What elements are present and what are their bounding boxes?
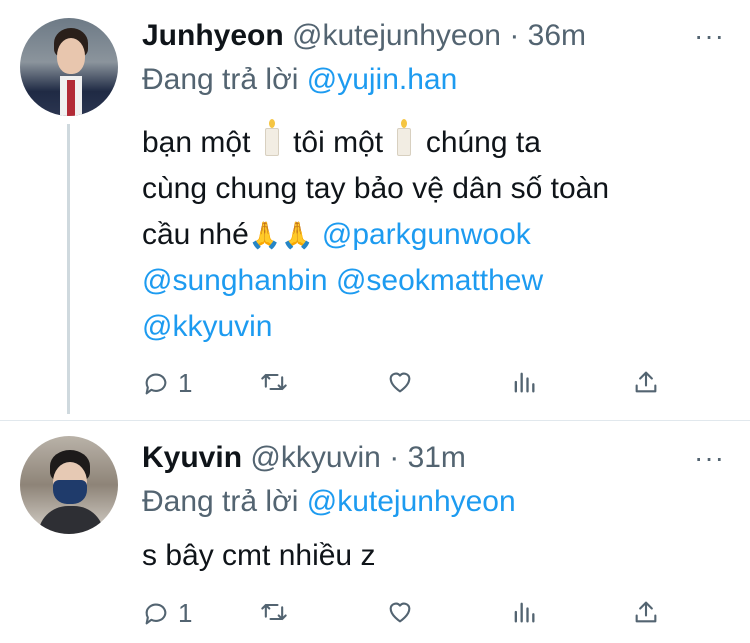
tweet-header: Kyuvin @kkyuvin · 31m: [142, 440, 466, 476]
separator-dot: ·: [509, 19, 520, 52]
display-name[interactable]: Junhyeon: [142, 19, 284, 52]
thread-connector-line: [67, 124, 70, 414]
text-segment: s bây cmt nhiều z: [142, 539, 376, 572]
like-button[interactable]: [386, 598, 414, 626]
retweet-button[interactable]: [260, 368, 288, 396]
mention-link[interactable]: @parkgunwook: [322, 218, 531, 251]
avatar-kyuvin[interactable]: [20, 436, 118, 534]
reply-icon: [145, 373, 167, 394]
user-handle[interactable]: @kkyuvin: [250, 441, 381, 474]
retweet-icon: [261, 373, 287, 391]
tweet-divider: [0, 420, 750, 421]
separator-dot: ·: [389, 441, 400, 474]
analytics-icon: [514, 602, 535, 623]
mention-link[interactable]: @seokmatthew: [336, 264, 543, 297]
share-icon: [635, 601, 657, 623]
text-segment: chúng ta: [425, 126, 541, 159]
replying-to: Đang trả lời @yujin.han: [142, 62, 457, 98]
tweet-text: bạn một tôi một chúng ta cùng chung tay …: [142, 119, 732, 350]
timestamp[interactable]: 36m: [528, 19, 586, 52]
avatar-junhyeon[interactable]: [20, 18, 118, 116]
more-icon[interactable]: ···: [694, 22, 725, 50]
retweet-button[interactable]: [260, 598, 288, 626]
more-icon[interactable]: ···: [694, 444, 725, 472]
retweet-icon: [261, 603, 287, 621]
candle-emoji-icon: [264, 119, 279, 156]
share-button[interactable]: [632, 598, 660, 626]
reply-count: 1: [178, 598, 193, 628]
text-segment: cầu nhé: [142, 218, 249, 251]
reply-to-mention[interactable]: @kutejunhyeon: [307, 485, 516, 518]
tweet-text: s bây cmt nhiều z: [142, 533, 732, 579]
reply-to-mention[interactable]: @yujin.han: [307, 63, 458, 96]
reply-icon: [145, 603, 167, 624]
replying-to-label: Đang trả lời: [142, 63, 299, 96]
mention-link[interactable]: @sunghanbin: [142, 264, 328, 297]
candle-emoji-icon: [397, 119, 412, 156]
text-segment: cùng chung tay bảo vệ dân số toàn: [142, 172, 610, 205]
reply-button[interactable]: 1: [142, 598, 192, 629]
like-button[interactable]: [386, 368, 414, 396]
display-name[interactable]: Kyuvin: [142, 441, 242, 474]
share-icon: [635, 371, 657, 393]
like-icon: [389, 372, 411, 393]
text-segment: bạn một: [142, 126, 251, 159]
tweet-actions: 1: [142, 598, 662, 638]
like-icon: [389, 602, 411, 623]
mention-link[interactable]: @kkyuvin: [142, 310, 273, 343]
reply-count: 1: [178, 368, 193, 398]
share-button[interactable]: [632, 368, 660, 396]
text-segment: tôi một: [293, 126, 384, 159]
replying-to-label: Đang trả lời: [142, 485, 299, 518]
analytics-button[interactable]: [510, 368, 538, 396]
replying-to: Đang trả lời @kutejunhyeon: [142, 484, 516, 520]
tweet-header: Junhyeon @kutejunhyeon · 36m: [142, 18, 586, 54]
analytics-button[interactable]: [510, 598, 538, 626]
pray-emoji-icon: 🙏🙏: [248, 220, 314, 250]
analytics-icon: [514, 372, 535, 393]
timestamp[interactable]: 31m: [408, 441, 466, 474]
reply-button[interactable]: 1: [142, 368, 192, 399]
tweet-actions: 1: [142, 368, 662, 408]
user-handle[interactable]: @kutejunhyeon: [292, 19, 501, 52]
